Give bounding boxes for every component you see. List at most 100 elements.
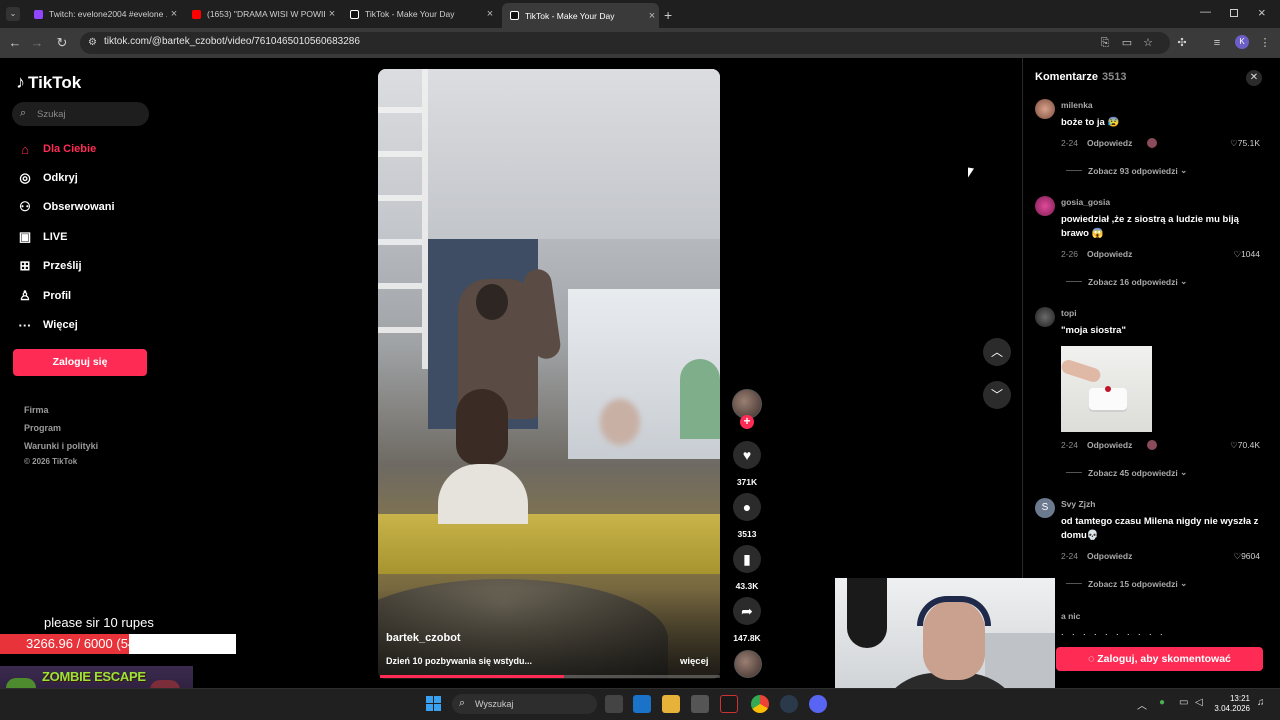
browser-tab-twitch[interactable]: Twitch: evelone2004 #evelone .. × bbox=[26, 4, 181, 24]
share-count: 147.8K bbox=[733, 633, 761, 643]
network-icon[interactable]: ▭ bbox=[1179, 697, 1188, 708]
steam-icon[interactable] bbox=[780, 695, 798, 713]
comment-button[interactable]: ● bbox=[733, 493, 761, 521]
forward-icon[interactable]: → bbox=[28, 34, 46, 52]
tray-app-icon[interactable]: ● bbox=[1159, 697, 1165, 708]
browser-menu-icon[interactable]: ⋮ bbox=[1258, 36, 1272, 50]
maximize-icon[interactable] bbox=[1230, 9, 1238, 17]
footer-link-company[interactable]: Firma bbox=[24, 405, 49, 415]
browser-tab-youtube[interactable]: (1653) "DRAMA WISI W POWIE × bbox=[184, 4, 339, 24]
login-button[interactable]: Zaloguj się bbox=[13, 349, 147, 376]
minimize-icon[interactable]: — bbox=[1200, 6, 1211, 18]
close-tab-icon[interactable]: × bbox=[483, 8, 497, 20]
follow-plus-icon[interactable]: + bbox=[740, 415, 754, 429]
nav-explore[interactable]: ◎ Odkryj bbox=[16, 167, 78, 189]
comment-avatar[interactable] bbox=[1035, 196, 1055, 216]
nav-live[interactable]: ▣ LIVE bbox=[16, 226, 68, 248]
comment-text: od tamtego czasu Milena nigdy nie wyszła… bbox=[1061, 516, 1259, 541]
media-icon[interactable]: ≡ bbox=[1210, 36, 1224, 50]
taskbar-search[interactable]: ⌕ Wyszukaj bbox=[452, 694, 597, 714]
divider bbox=[1066, 583, 1082, 584]
close-tab-icon[interactable]: × bbox=[167, 8, 181, 20]
notification-icon[interactable]: ♫ bbox=[1257, 697, 1265, 708]
extensions-icon[interactable]: ✣ bbox=[1175, 36, 1189, 50]
video-more-link[interactable]: więcej bbox=[680, 656, 709, 667]
volume-icon[interactable]: ◁ bbox=[1195, 697, 1203, 708]
close-comments-icon[interactable]: ✕ bbox=[1246, 70, 1262, 86]
comment-like-count[interactable]: ♡9604 bbox=[1205, 551, 1260, 562]
comment-avatar[interactable] bbox=[1035, 307, 1055, 327]
chrome-icon[interactable] bbox=[751, 695, 769, 713]
share-button[interactable]: ➦ bbox=[733, 597, 761, 625]
outlook-icon[interactable] bbox=[633, 695, 651, 713]
nav-following[interactable]: ⚇ Obserwowani bbox=[16, 196, 114, 218]
translate-icon[interactable]: ⎘ bbox=[1098, 36, 1112, 50]
taskbar-clock[interactable]: 13:21 3.04.2026 bbox=[1204, 694, 1250, 714]
save-button[interactable]: ▮ bbox=[733, 545, 761, 573]
store-icon[interactable] bbox=[691, 695, 709, 713]
next-video-button[interactable]: ﹀ bbox=[983, 381, 1011, 409]
tab-list-button[interactable]: ⌄ bbox=[6, 7, 20, 21]
file-explorer-icon[interactable] bbox=[662, 695, 680, 713]
browser-tab-tiktok[interactable]: TikTok - Make Your Day × bbox=[342, 4, 497, 24]
start-button-icon[interactable] bbox=[426, 696, 441, 711]
discord-icon[interactable] bbox=[809, 695, 827, 713]
comment-username[interactable]: gosia_gosia bbox=[1061, 197, 1110, 207]
nav-label: Profil bbox=[43, 290, 72, 302]
comment-username[interactable]: Svy Zjzh bbox=[1061, 499, 1095, 509]
tiktok-logo[interactable]: ♪ TikTok bbox=[16, 72, 81, 93]
comment-like-count[interactable]: ♡1044 bbox=[1205, 249, 1260, 260]
new-tab-button[interactable]: + bbox=[664, 7, 672, 23]
tray-overflow-icon[interactable]: ︿ bbox=[1137, 697, 1147, 712]
comment-reply-button[interactable]: Odpowiedz bbox=[1087, 551, 1132, 561]
browser-tab-tiktok-active[interactable]: TikTok - Make Your Day × bbox=[502, 3, 659, 28]
music-disc-avatar[interactable] bbox=[734, 650, 762, 678]
nav-for-you[interactable]: ⌂ Dla Ciebie bbox=[16, 138, 96, 160]
footer-link-terms[interactable]: Warunki i polityki bbox=[24, 441, 98, 451]
view-replies-button[interactable]: Zobacz 93 odpowiedzi ⌄ bbox=[1066, 165, 1187, 176]
footer-link-program[interactable]: Program bbox=[24, 423, 61, 433]
more-icon: ··· bbox=[18, 317, 32, 333]
comment-reply-button[interactable]: Odpowiedz bbox=[1087, 138, 1132, 148]
close-window-icon[interactable]: × bbox=[1258, 5, 1266, 20]
video-frame-girl bbox=[438, 464, 528, 524]
previous-video-button[interactable]: ︿ bbox=[983, 338, 1011, 366]
comment-like-count[interactable]: ♡75.1K bbox=[1205, 138, 1260, 149]
cast-icon[interactable]: ▭ bbox=[1120, 36, 1134, 50]
following-icon: ⚇ bbox=[19, 199, 31, 214]
video-frame-blurred-face bbox=[600, 399, 640, 445]
view-replies-button[interactable]: Zobacz 45 odpowiedzi ⌄ bbox=[1066, 467, 1187, 478]
chevron-down-icon: ⌄ bbox=[1177, 276, 1188, 286]
like-button[interactable]: ♥ bbox=[733, 441, 761, 469]
login-to-comment-button[interactable]: ◌ Zaloguj, aby skomentować bbox=[1056, 647, 1263, 671]
heart-outline-icon: ♡ bbox=[1230, 440, 1238, 450]
view-replies-button[interactable]: Zobacz 16 odpowiedzi ⌄ bbox=[1066, 276, 1187, 287]
nav-more[interactable]: ··· Więcej bbox=[16, 314, 78, 336]
nav-profile[interactable]: ♙ Profil bbox=[16, 285, 71, 307]
comment-username[interactable]: topi bbox=[1061, 308, 1077, 318]
comment-reply-button[interactable]: Odpowiedz bbox=[1087, 249, 1132, 259]
site-info-icon[interactable]: ⚙ bbox=[88, 37, 97, 48]
bookmark-star-icon[interactable]: ☆ bbox=[1141, 36, 1155, 50]
comment-avatar[interactable]: S bbox=[1035, 498, 1055, 518]
close-tab-icon[interactable]: × bbox=[325, 8, 339, 20]
comment-avatar[interactable] bbox=[1035, 99, 1055, 119]
comment-reply-button[interactable]: Odpowiedz bbox=[1087, 440, 1132, 450]
reload-icon[interactable]: ↻ bbox=[53, 34, 71, 52]
video-username[interactable]: bartek_czobot bbox=[386, 632, 461, 644]
task-view-icon[interactable] bbox=[605, 695, 623, 713]
comment-image[interactable] bbox=[1059, 346, 1152, 432]
app-icon[interactable] bbox=[720, 695, 738, 713]
profile-avatar[interactable]: K bbox=[1235, 35, 1249, 49]
comment-username[interactable]: a nic bbox=[1061, 611, 1080, 621]
search-input[interactable]: ⌕ Szukaj bbox=[12, 102, 149, 126]
video-progress-bar[interactable] bbox=[380, 675, 720, 678]
close-tab-icon[interactable]: × bbox=[645, 10, 659, 22]
view-replies-button[interactable]: Zobacz 15 odpowiedzi ⌄ bbox=[1066, 578, 1187, 589]
back-icon[interactable]: ← bbox=[6, 34, 24, 52]
comment-like-count[interactable]: ♡70.4K bbox=[1205, 440, 1260, 451]
upload-icon: ⊞ bbox=[19, 258, 31, 273]
nav-upload[interactable]: ⊞ Prześlij bbox=[16, 255, 82, 277]
comment-username[interactable]: milenka bbox=[1061, 100, 1093, 110]
video-player[interactable] bbox=[378, 69, 720, 679]
